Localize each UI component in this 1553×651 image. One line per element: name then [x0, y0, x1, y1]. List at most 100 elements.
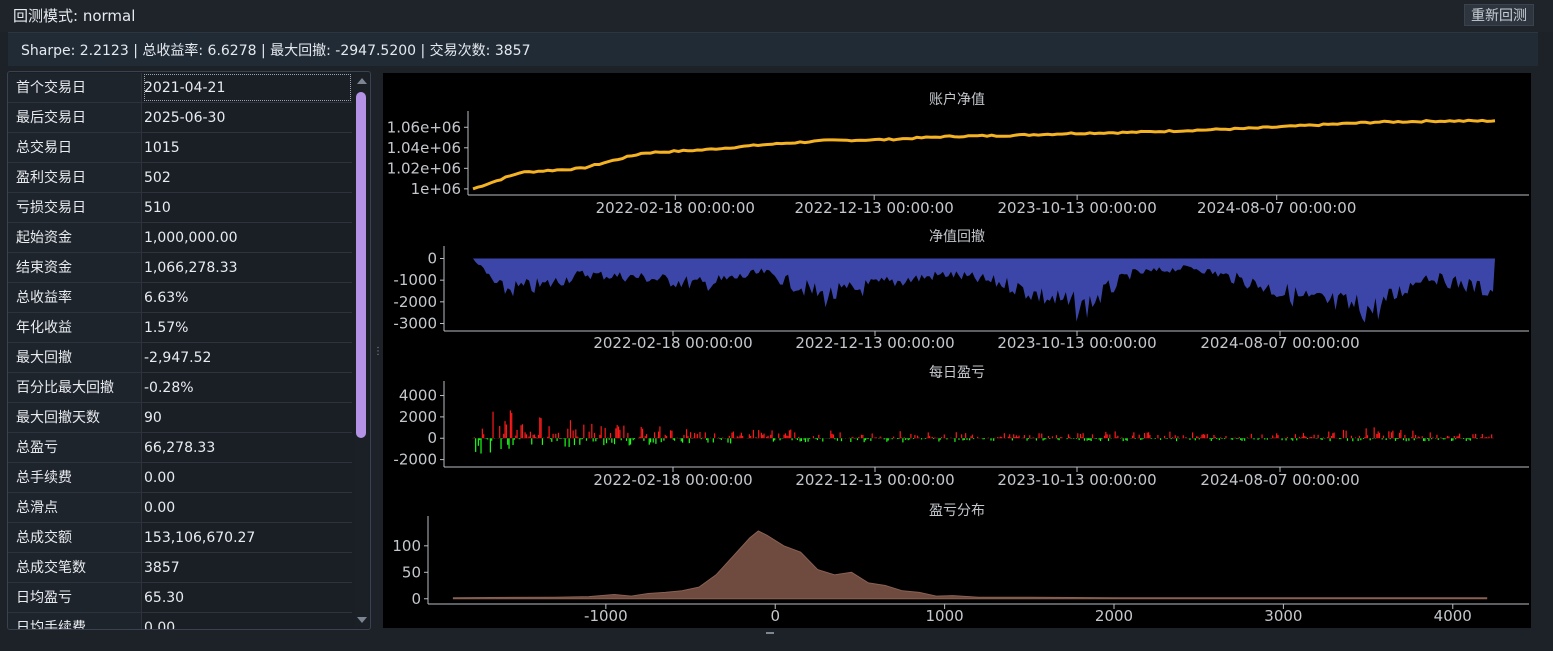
y-tick-label: 4000: [399, 387, 437, 405]
x-tick-label: 2023-10-13 00:00:00: [997, 199, 1156, 217]
x-tick-label: 2022-12-13 00:00:00: [795, 334, 954, 352]
stat-name-cell[interactable]: 百分比最大回撤: [8, 373, 142, 402]
stat-value-cell[interactable]: 90: [143, 403, 352, 432]
stat-name-cell[interactable]: 日均手续费: [8, 613, 142, 629]
scroll-down-arrow-icon[interactable]: [357, 617, 367, 623]
scroll-up-arrow-icon[interactable]: [357, 78, 367, 84]
stat-name-cell[interactable]: 总收益率: [8, 283, 142, 312]
x-tick-label: 3000: [1264, 607, 1302, 625]
drawdown-area: [473, 258, 1495, 323]
stat-name-cell[interactable]: 首个交易日: [8, 73, 142, 102]
stat-value-cell[interactable]: 1,066,278.33: [143, 253, 352, 282]
table-row[interactable]: 盈利交易日 502: [8, 163, 352, 193]
table-row[interactable]: 结束资金 1,066,278.33: [8, 253, 352, 283]
stat-name-cell[interactable]: 日均盈亏: [8, 583, 142, 612]
table-row[interactable]: 百分比最大回撤 -0.28%: [8, 373, 352, 403]
x-tick-label: -1000: [584, 607, 628, 625]
stat-name-cell[interactable]: 结束资金: [8, 253, 142, 282]
chart-title-2: 每日盈亏: [929, 365, 985, 381]
backtest-mode-label: 回测模式: normal: [13, 7, 136, 25]
rerun-backtest-button[interactable]: 重新回测: [1464, 4, 1534, 26]
x-tick-label: 2022-02-18 00:00:00: [596, 199, 755, 217]
stat-name-cell[interactable]: 年化收益: [8, 313, 142, 342]
chart-title-0: 账户净值: [929, 91, 985, 108]
stat-value-cell[interactable]: 3857: [143, 553, 352, 582]
y-tick-label: 1e+06: [411, 180, 461, 198]
stat-value-cell[interactable]: 0.00: [143, 463, 352, 492]
stat-name-cell[interactable]: 起始资金: [8, 223, 142, 252]
table-row[interactable]: 最大回撤天数 90: [8, 403, 352, 433]
table-scrollbar[interactable]: [355, 74, 369, 627]
stat-name-cell[interactable]: 总手续费: [8, 463, 142, 492]
table-row[interactable]: 起始资金 1,000,000.00: [8, 223, 352, 253]
x-tick-label: 2024-08-07 00:00:00: [1200, 471, 1359, 489]
equity-series-line: [472, 118, 1496, 191]
summary-bar: Sharpe: 2.2123 | 总收益率: 6.6278 | 最大回撤: -2…: [8, 32, 1538, 66]
y-tick-label: -2000: [393, 293, 437, 311]
y-tick-label: 50: [402, 563, 421, 581]
y-tick-label: 100: [392, 537, 421, 555]
table-row[interactable]: 最后交易日 2025-06-30: [8, 103, 352, 133]
table-row[interactable]: 总成交笔数 3857: [8, 553, 352, 583]
stat-name-cell[interactable]: 亏损交易日: [8, 193, 142, 222]
vertical-splitter-handle[interactable]: ⋮: [373, 346, 383, 357]
x-tick-label: 2000: [1095, 607, 1133, 625]
table-row[interactable]: 总盈亏 66,278.33: [8, 433, 352, 463]
x-tick-label: 0: [770, 607, 780, 625]
stat-value-cell[interactable]: 2021-04-21: [143, 73, 352, 102]
statistics-table[interactable]: 首个交易日 2021-04-21 最后交易日 2025-06-30 总交易日 1015 盈利…: [7, 71, 371, 630]
table-row[interactable]: 总滑点 0.00: [8, 493, 352, 523]
table-row[interactable]: 总收益率 6.63%: [8, 283, 352, 313]
x-tick-label: 2022-02-18 00:00:00: [593, 334, 752, 352]
stat-name-cell[interactable]: 总滑点: [8, 493, 142, 522]
stat-value-cell[interactable]: -0.28%: [143, 373, 352, 402]
stat-value-cell[interactable]: 2025-06-30: [143, 103, 352, 132]
x-tick-label: 2024-08-07 00:00:00: [1197, 199, 1356, 217]
stat-name-cell[interactable]: 总交易日: [8, 133, 142, 162]
table-row[interactable]: 总成交额 153,106,670.27: [8, 523, 352, 553]
x-tick-label: 2022-12-13 00:00:00: [795, 199, 954, 217]
stat-name-cell[interactable]: 最大回撤: [8, 343, 142, 372]
stat-value-cell[interactable]: 1015: [143, 133, 352, 162]
stat-value-cell[interactable]: 502: [143, 163, 352, 192]
stat-name-cell[interactable]: 盈利交易日: [8, 163, 142, 192]
stat-value-cell[interactable]: 0.00: [143, 493, 352, 522]
stat-name-cell[interactable]: 总成交笔数: [8, 553, 142, 582]
stat-value-cell[interactable]: 510: [143, 193, 352, 222]
top-bar: 回测模式: normal 重新回测: [0, 0, 1553, 32]
x-tick-label: 2022-02-18 00:00:00: [593, 471, 752, 489]
table-row[interactable]: 最大回撤 -2,947.52: [8, 343, 352, 373]
table-row[interactable]: 首个交易日 2021-04-21: [8, 73, 352, 103]
stat-name-cell[interactable]: 最大回撤天数: [8, 403, 142, 432]
pnl-distribution-area: [452, 530, 1488, 600]
table-row[interactable]: 年化收益 1.57%: [8, 313, 352, 343]
x-tick-label: 4000: [1434, 607, 1472, 625]
stat-value-cell[interactable]: 65.30: [143, 583, 352, 612]
stat-value-cell[interactable]: 0.00: [143, 613, 352, 629]
scroll-thumb[interactable]: [356, 92, 366, 438]
stat-value-cell[interactable]: 6.63%: [143, 283, 352, 312]
stat-value-cell[interactable]: -2,947.52: [143, 343, 352, 372]
table-row[interactable]: 总手续费 0.00: [8, 463, 352, 493]
stat-name-cell[interactable]: 总盈亏: [8, 433, 142, 462]
stat-value-cell[interactable]: 1,000,000.00: [143, 223, 352, 252]
table-row[interactable]: 日均手续费 0.00: [8, 613, 352, 629]
table-row[interactable]: 日均盈亏 65.30: [8, 583, 352, 613]
summary-stats-text: Sharpe: 2.2123 | 总收益率: 6.6278 | 最大回撤: -2…: [21, 43, 531, 59]
table-row[interactable]: 亏损交易日 510: [8, 193, 352, 223]
stat-name-cell[interactable]: 最后交易日: [8, 103, 142, 132]
stat-value-cell[interactable]: 1.57%: [143, 313, 352, 342]
y-tick-label: 1.04e+06: [387, 139, 461, 157]
stat-name-cell[interactable]: 总成交额: [8, 523, 142, 552]
y-tick-label: 1.06e+06: [387, 118, 461, 136]
daily-pnl-bars: [472, 410, 1495, 454]
y-tick-label: 1.02e+06: [387, 159, 461, 177]
stat-value-cell[interactable]: 153,106,670.27: [143, 523, 352, 552]
horizontal-splitter-handle[interactable]: [766, 632, 774, 634]
x-tick-label: 2022-12-13 00:00:00: [795, 471, 954, 489]
table-row[interactable]: 总交易日 1015: [8, 133, 352, 163]
y-tick-label: -3000: [393, 315, 437, 333]
stat-value-cell[interactable]: 66,278.33: [143, 433, 352, 462]
y-tick-label: 0: [411, 590, 421, 608]
x-tick-label: 2024-08-07 00:00:00: [1200, 334, 1359, 352]
